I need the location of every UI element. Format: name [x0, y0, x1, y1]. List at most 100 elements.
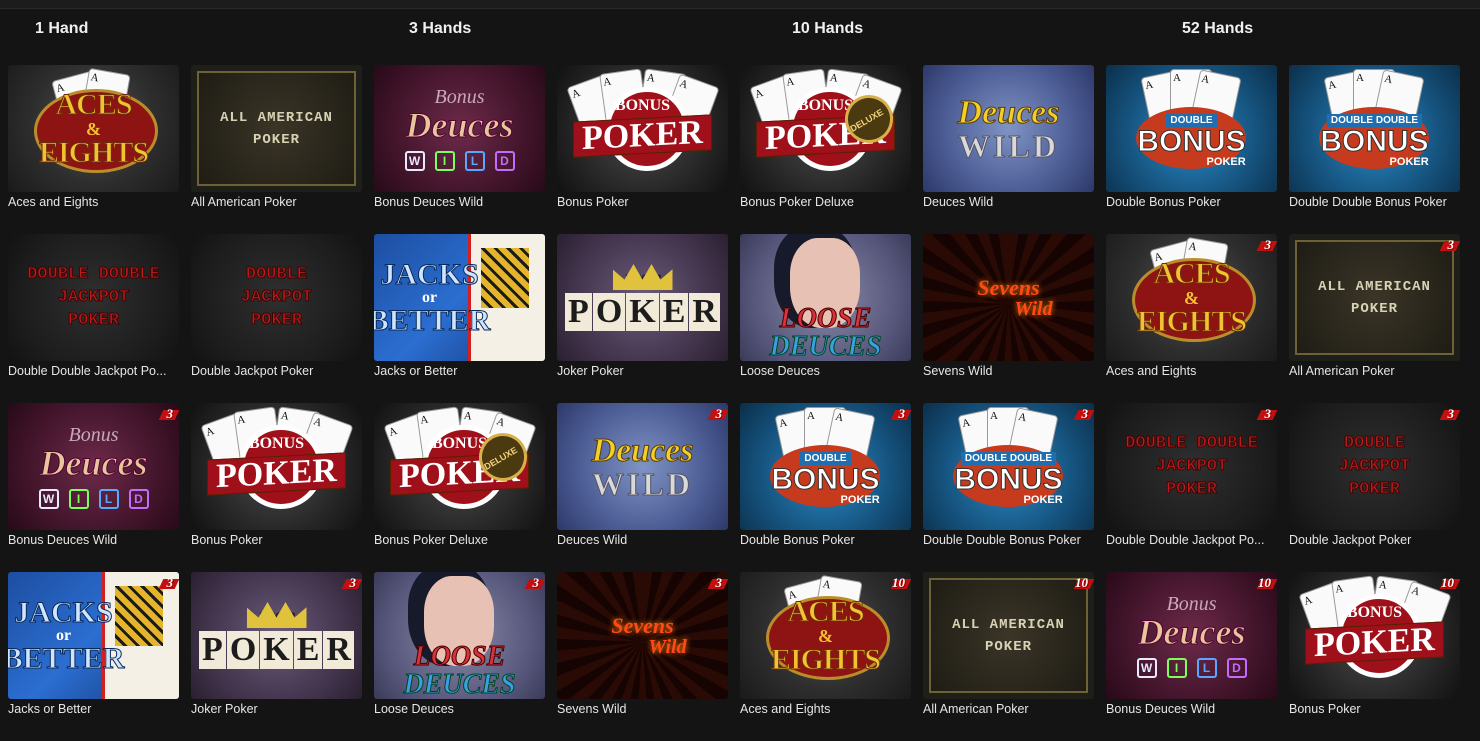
game-title[interactable]: Bonus Poker Deluxe: [740, 195, 911, 209]
game-title[interactable]: Loose Deuces: [374, 702, 545, 716]
game-tile[interactable]: A A A DOUBLE DOUBLE BONUS POKER 3 Double Double…: [923, 403, 1094, 572]
game-title[interactable]: Double Bonus Poker: [740, 533, 911, 547]
game-title[interactable]: All American Poker: [1289, 364, 1460, 378]
game-title[interactable]: Bonus Poker: [557, 195, 728, 209]
game-tile[interactable]: JACKS or BETTER Jacks or Better: [374, 234, 545, 403]
game-thumbnail[interactable]: A A A DOUBLE BONUS POKER: [1106, 65, 1277, 192]
game-thumbnail[interactable]: A A ACES & EIGHTS 10: [740, 572, 911, 699]
game-title[interactable]: Jacks or Better: [8, 702, 179, 716]
game-thumbnail[interactable]: Bonus Deuces W I L D 3: [8, 403, 179, 530]
game-title[interactable]: Deuces Wild: [923, 195, 1094, 209]
game-thumbnail[interactable]: A A A A BONUS POKER 10: [1289, 572, 1460, 699]
game-title[interactable]: Double Double Jackpot Po...: [1106, 533, 1277, 547]
game-title[interactable]: Aces and Eights: [8, 195, 179, 209]
game-tile[interactable]: Bonus Deuces W I L D Bonus Deuces Wild: [374, 65, 545, 234]
game-title[interactable]: Double Double Jackpot Po...: [8, 364, 179, 378]
game-title[interactable]: Double Jackpot Poker: [1289, 533, 1460, 547]
game-title[interactable]: Aces and Eights: [1106, 364, 1277, 378]
game-tile[interactable]: LOOSE DEUCES Loose Deuces: [740, 234, 911, 403]
game-thumbnail[interactable]: A A A A BONUS POKER: [557, 65, 728, 192]
game-tile[interactable]: ALL AMERICAN POKER 3 All American Poker: [1289, 234, 1460, 403]
game-title[interactable]: Bonus Deuces Wild: [374, 195, 545, 209]
game-tile[interactable]: A A ACES & EIGHTS Aces and Eights: [8, 65, 179, 234]
game-thumbnail[interactable]: A A A A DELUXE BONUS POKER: [740, 65, 911, 192]
game-tile[interactable]: JOKER P O K E R 3 Joker Poker: [191, 572, 362, 741]
game-tile[interactable]: DOUBLE DOUBLE JACKPOT POKER Double Double J…: [8, 234, 179, 403]
game-thumbnail[interactable]: DOUBLE JACKPOT POKER: [191, 234, 362, 361]
game-tile[interactable]: A A A A BONUS POKER Bonus Poker: [557, 65, 728, 234]
tab-52-hands[interactable]: 52 Hands: [1182, 20, 1253, 38]
game-tile[interactable]: Bonus Deuces W I L D 10 Bonus Deuces Wild: [1106, 572, 1277, 741]
tab-1-hand[interactable]: 1 Hand: [35, 20, 88, 38]
game-tile[interactable]: A A A A DELUXE BONUS POKER Bonus Poker Deluxe: [374, 403, 545, 572]
game-title[interactable]: Jacks or Better: [374, 364, 545, 378]
game-title[interactable]: All American Poker: [923, 702, 1094, 716]
game-tile[interactable]: LOOSE DEUCES 3 Loose Deuces: [374, 572, 545, 741]
game-thumbnail[interactable]: ALL AMERICAN POKER: [191, 65, 362, 192]
game-tile[interactable]: A A A A DELUXE BONUS POKER Bonus Poker Deluxe: [740, 65, 911, 234]
game-thumbnail[interactable]: JOKER P O K E R: [557, 234, 728, 361]
game-title[interactable]: Sevens Wild: [557, 702, 728, 716]
game-thumbnail[interactable]: Deuces WILD 3: [557, 403, 728, 530]
game-tile[interactable]: Deuces WILD 3 Deuces Wild: [557, 403, 728, 572]
game-thumbnail[interactable]: DOUBLE JACKPOT POKER 3: [1289, 403, 1460, 530]
game-tile[interactable]: A A ACES & EIGHTS 10 Aces and Eights: [740, 572, 911, 741]
game-thumbnail[interactable]: JACKS or BETTER 3: [8, 572, 179, 699]
game-thumbnail[interactable]: Deuces WILD: [923, 65, 1094, 192]
tab-3-hands[interactable]: 3 Hands: [409, 20, 471, 38]
game-tile[interactable]: DOUBLE JACKPOT POKER Double Jackpot Poker: [191, 234, 362, 403]
game-title[interactable]: Bonus Poker Deluxe: [374, 533, 545, 547]
game-tile[interactable]: DOUBLE DOUBLE JACKPOT POKER 3 Double Double …: [1106, 403, 1277, 572]
game-tile[interactable]: Bonus Deuces W I L D 3 Bonus Deuces Wild: [8, 403, 179, 572]
game-thumbnail[interactable]: Bonus Deuces W I L D 10: [1106, 572, 1277, 699]
game-thumbnail[interactable]: A A A A DELUXE BONUS POKER: [374, 403, 545, 530]
game-thumbnail[interactable]: Sevens Wild 3: [557, 572, 728, 699]
game-title[interactable]: Loose Deuces: [740, 364, 911, 378]
game-title[interactable]: Sevens Wild: [923, 364, 1094, 378]
game-title[interactable]: Double Bonus Poker: [1106, 195, 1277, 209]
game-tile[interactable]: A A A A BONUS POKER Bonus Poker: [191, 403, 362, 572]
game-tile[interactable]: A A A A BONUS POKER 10 Bonus Poker: [1289, 572, 1460, 741]
game-thumbnail[interactable]: LOOSE DEUCES: [740, 234, 911, 361]
game-title[interactable]: All American Poker: [191, 195, 362, 209]
game-title[interactable]: Bonus Deuces Wild: [1106, 702, 1277, 716]
game-thumbnail[interactable]: DOUBLE DOUBLE JACKPOT POKER: [8, 234, 179, 361]
game-thumbnail[interactable]: A A A A BONUS POKER: [191, 403, 362, 530]
game-thumbnail[interactable]: JOKER P O K E R 3: [191, 572, 362, 699]
game-title[interactable]: Bonus Deuces Wild: [8, 533, 179, 547]
game-thumbnail[interactable]: A A ACES & EIGHTS: [8, 65, 179, 192]
game-title[interactable]: Deuces Wild: [557, 533, 728, 547]
game-thumbnail[interactable]: ALL AMERICAN POKER 10: [923, 572, 1094, 699]
game-title[interactable]: Bonus Poker: [1289, 702, 1460, 716]
game-tile[interactable]: A A ACES & EIGHTS 3 Aces and Eights: [1106, 234, 1277, 403]
game-thumbnail[interactable]: A A ACES & EIGHTS 3: [1106, 234, 1277, 361]
game-thumbnail[interactable]: ALL AMERICAN POKER 3: [1289, 234, 1460, 361]
tab-10-hands[interactable]: 10 Hands: [792, 20, 863, 38]
game-title[interactable]: Bonus Poker: [191, 533, 362, 547]
game-tile[interactable]: ALL AMERICAN POKER All American Poker: [191, 65, 362, 234]
game-tile[interactable]: A A A DOUBLE BONUS POKER 3 Double Bonus Poker: [740, 403, 911, 572]
game-thumbnail[interactable]: Sevens Wild: [923, 234, 1094, 361]
game-tile[interactable]: JOKER P O K E R Joker Poker: [557, 234, 728, 403]
game-thumbnail[interactable]: Bonus Deuces W I L D: [374, 65, 545, 192]
game-thumbnail[interactable]: A A A DOUBLE BONUS POKER 3: [740, 403, 911, 530]
game-thumbnail[interactable]: JACKS or BETTER: [374, 234, 545, 361]
game-tile[interactable]: A A A DOUBLE BONUS POKER Double Bonus Poker: [1106, 65, 1277, 234]
game-thumbnail[interactable]: A A A DOUBLE DOUBLE BONUS POKER 3: [923, 403, 1094, 530]
game-tile[interactable]: Sevens Wild 3 Sevens Wild: [557, 572, 728, 741]
game-tile[interactable]: DOUBLE JACKPOT POKER 3 Double Jackpot Poker: [1289, 403, 1460, 572]
game-tile[interactable]: Deuces WILD Deuces Wild: [923, 65, 1094, 234]
game-title[interactable]: Joker Poker: [557, 364, 728, 378]
game-title[interactable]: Aces and Eights: [740, 702, 911, 716]
game-thumbnail[interactable]: DOUBLE DOUBLE JACKPOT POKER 3: [1106, 403, 1277, 530]
game-thumbnail[interactable]: A A A DOUBLE DOUBLE BONUS POKER: [1289, 65, 1460, 192]
game-tile[interactable]: ALL AMERICAN POKER 10 All American Poker: [923, 572, 1094, 741]
game-tile[interactable]: Sevens Wild Sevens Wild: [923, 234, 1094, 403]
game-tile[interactable]: A A A DOUBLE DOUBLE BONUS POKER Double Double …: [1289, 65, 1460, 234]
game-title[interactable]: Double Double Bonus Poker: [1289, 195, 1460, 209]
game-thumbnail[interactable]: LOOSE DEUCES 3: [374, 572, 545, 699]
game-title[interactable]: Double Double Bonus Poker: [923, 533, 1094, 547]
game-title[interactable]: Joker Poker: [191, 702, 362, 716]
game-title[interactable]: Double Jackpot Poker: [191, 364, 362, 378]
game-tile[interactable]: JACKS or BETTER 3 Jacks or Better: [8, 572, 179, 741]
